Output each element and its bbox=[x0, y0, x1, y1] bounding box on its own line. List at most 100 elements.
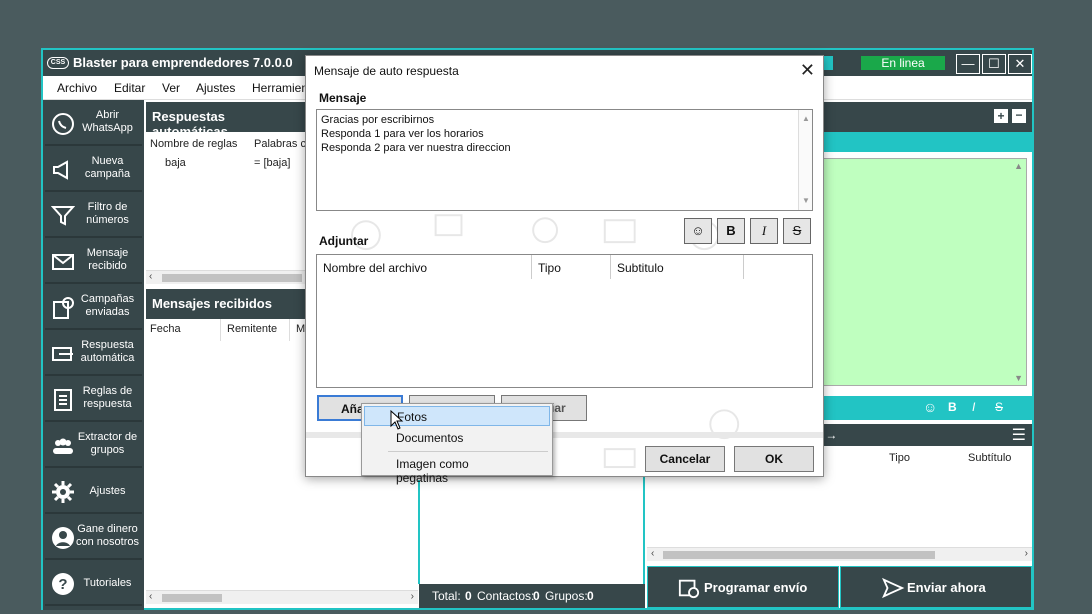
menu-archivo[interactable]: Archivo bbox=[57, 81, 97, 95]
sidebar-item-campanas-enviadas[interactable]: Campañas enviadas bbox=[45, 286, 142, 330]
menu-ajustes[interactable]: Ajustes bbox=[196, 81, 235, 95]
scroll-down-icon[interactable]: ▼ bbox=[802, 194, 810, 208]
message-line: Responda 2 para ver nuestra direccion bbox=[321, 142, 511, 154]
scroll-right-icon[interactable]: › bbox=[1025, 548, 1028, 559]
keyword-cell[interactable]: = [baja] bbox=[254, 157, 290, 169]
bold-button[interactable]: B bbox=[717, 218, 745, 244]
col-type[interactable]: Tipo bbox=[889, 452, 910, 464]
sidebar-item-label: Filtro de números bbox=[86, 201, 129, 226]
sidebar-item-nueva-campana[interactable]: Nueva campaña bbox=[45, 148, 142, 192]
menu-separator bbox=[388, 451, 548, 452]
scroll-thumb[interactable] bbox=[162, 274, 302, 282]
remove-icon[interactable]: − bbox=[1012, 109, 1026, 123]
send-now-button[interactable]: Enviar ahora bbox=[840, 566, 1032, 608]
total-value: 0 bbox=[465, 589, 472, 603]
auto-hscrollbar[interactable]: ‹ bbox=[146, 270, 307, 284]
sidebar: Abrir WhatsApp Nueva campaña Filtro de n… bbox=[43, 100, 144, 610]
contacts-value: 0 bbox=[533, 589, 540, 603]
strike-icon[interactable]: S bbox=[995, 400, 1003, 414]
send-icon bbox=[882, 577, 905, 599]
col-date[interactable]: Fecha bbox=[150, 323, 181, 335]
sidebar-item-ajustes[interactable]: Ajustes bbox=[45, 470, 142, 514]
col-sender[interactable]: Remitente bbox=[227, 323, 277, 335]
user-icon bbox=[52, 527, 74, 549]
auto-responses-header: Respuestas automáticas bbox=[146, 102, 307, 139]
sidebar-item-whatsapp[interactable]: Abrir WhatsApp bbox=[45, 102, 142, 146]
scroll-left-icon[interactable]: ‹ bbox=[149, 591, 152, 602]
gear-icon bbox=[52, 481, 74, 503]
col-subtitle[interactable]: Subtitulo bbox=[611, 255, 744, 279]
help-icon: ? bbox=[52, 573, 74, 595]
italic-icon[interactable]: I bbox=[972, 400, 975, 414]
italic-button[interactable]: I bbox=[750, 218, 778, 244]
scroll-left-icon[interactable]: ‹ bbox=[149, 271, 152, 282]
sidebar-item-respuesta-automatica[interactable]: Respuesta automática bbox=[45, 332, 142, 376]
menu-item-documentos[interactable]: Documentos bbox=[364, 428, 550, 448]
scroll-left-icon[interactable]: ‹ bbox=[651, 548, 654, 559]
ok-button[interactable]: OK bbox=[734, 446, 814, 472]
close-button[interactable]: ✕ bbox=[1008, 54, 1032, 74]
app-logo: CSS bbox=[47, 57, 69, 69]
strike-button[interactable]: S bbox=[783, 218, 811, 244]
sidebar-item-tutoriales[interactable]: ? Tutoriales bbox=[45, 562, 142, 606]
message-preview-area[interactable]: ▲ ▼ bbox=[823, 158, 1027, 386]
scroll-up-icon[interactable]: ▲ bbox=[802, 112, 810, 126]
sidebar-item-extractor[interactable]: Extractor de grupos bbox=[45, 424, 142, 468]
group-icon bbox=[53, 438, 73, 454]
menu-ver[interactable]: Ver bbox=[162, 81, 180, 95]
emoji-button[interactable]: ☺ bbox=[684, 218, 712, 244]
format-bar: ☺ B I S bbox=[823, 396, 1032, 420]
scroll-right-icon[interactable]: › bbox=[411, 591, 414, 602]
add-icon[interactable]: + bbox=[994, 109, 1008, 123]
attachments-table[interactable]: Nombre del archivo Tipo Subtitulo bbox=[316, 254, 813, 388]
schedule-label: Programar envío bbox=[704, 580, 808, 595]
send-now-label: Enviar ahora bbox=[907, 580, 986, 595]
sidebar-item-reglas[interactable]: Reglas de respuesta bbox=[45, 378, 142, 422]
rules-icon bbox=[54, 389, 72, 411]
attach-label: Adjuntar bbox=[319, 234, 369, 248]
message-line: Gracias por escribirnos bbox=[321, 114, 435, 126]
sidebar-item-label: Campañas enviadas bbox=[80, 293, 135, 318]
menu-editar[interactable]: Editar bbox=[114, 81, 145, 95]
col-message[interactable]: M bbox=[296, 323, 305, 335]
right-hscrollbar[interactable]: ‹ › bbox=[647, 547, 1032, 561]
right-panel-header: + − bbox=[823, 102, 1032, 132]
col-subtitle[interactable]: Subtítulo bbox=[968, 452, 1011, 464]
rule-cell[interactable]: baja bbox=[165, 157, 186, 169]
col-type[interactable]: Tipo bbox=[532, 255, 611, 279]
sidebar-item-mensaje-recibido[interactable]: Mensaje recibido bbox=[45, 240, 142, 284]
maximize-button[interactable]: ☐ bbox=[982, 54, 1006, 74]
received-hscrollbar[interactable]: ‹ › bbox=[146, 590, 418, 604]
right-teal-bar bbox=[823, 132, 1032, 152]
scroll-down-icon[interactable]: ▼ bbox=[1014, 373, 1023, 383]
dialog-title: Mensaje de auto respuesta bbox=[314, 64, 459, 78]
bold-icon[interactable]: B bbox=[948, 400, 957, 414]
col-divider bbox=[220, 319, 221, 341]
schedule-button[interactable]: Programar envío bbox=[647, 566, 839, 608]
scroll-thumb[interactable] bbox=[162, 594, 222, 602]
total-label: Total: bbox=[432, 589, 461, 603]
emoji-icon[interactable]: ☺ bbox=[923, 399, 937, 415]
menu-icon[interactable]: ☰ bbox=[1012, 425, 1026, 445]
cursor-icon bbox=[390, 410, 404, 430]
sidebar-item-label: Abrir WhatsApp bbox=[82, 109, 133, 134]
minimize-button[interactable]: — bbox=[956, 54, 980, 74]
scroll-thumb[interactable] bbox=[663, 551, 935, 559]
cancel-button[interactable]: Cancelar bbox=[645, 446, 725, 472]
message-vscrollbar[interactable]: ▲ ▼ bbox=[798, 110, 812, 210]
dialog-close-icon[interactable]: ✕ bbox=[800, 60, 815, 81]
col-keywords[interactable]: Palabras cl bbox=[254, 138, 308, 150]
message-textarea[interactable]: Gracias por escribirnos Responda 1 para … bbox=[316, 109, 813, 211]
sidebar-item-label: Ajustes bbox=[89, 485, 126, 497]
sidebar-item-gane-dinero[interactable]: Gane dinero con nosotros bbox=[45, 516, 142, 560]
contacts-label: Contactos: bbox=[477, 589, 535, 603]
sidebar-item-label: Mensaje recibido bbox=[86, 247, 129, 272]
message-line: Responda 1 para ver los horarios bbox=[321, 128, 484, 140]
received-header: Mensajes recibidos bbox=[146, 289, 307, 319]
col-filename[interactable]: Nombre del archivo bbox=[317, 255, 532, 279]
sidebar-item-filtro[interactable]: Filtro de números bbox=[45, 194, 142, 238]
menu-item-pegatinas[interactable]: Imagen como pegatinas bbox=[364, 454, 550, 485]
col-rule-name[interactable]: Nombre de reglas bbox=[150, 138, 237, 150]
col-divider bbox=[289, 319, 290, 341]
scroll-up-icon[interactable]: ▲ bbox=[1014, 161, 1023, 171]
